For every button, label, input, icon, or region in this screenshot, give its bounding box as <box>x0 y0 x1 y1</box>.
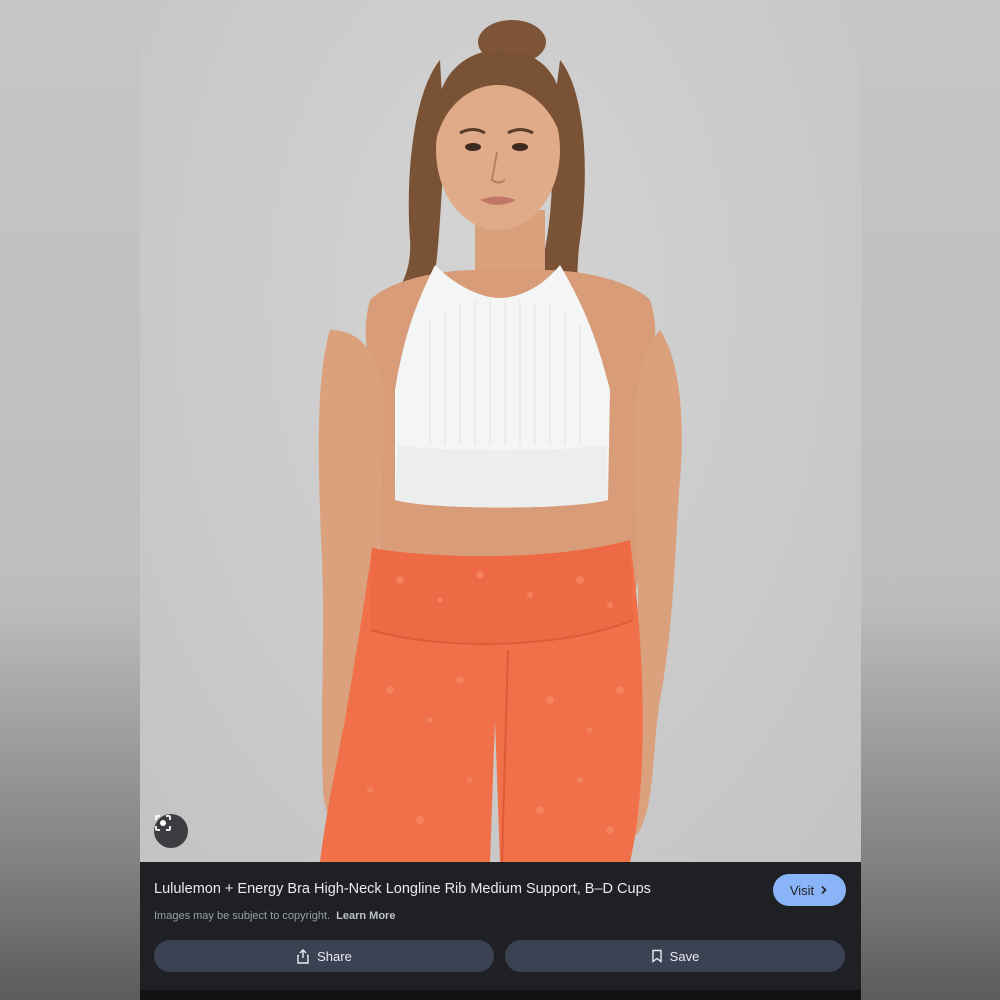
blurred-backdrop-right <box>861 0 1000 1000</box>
image-viewer: Lululemon + Energy Bra High-Neck Longlin… <box>0 0 1000 1000</box>
share-label: Share <box>317 948 352 964</box>
chevron-right-icon <box>821 885 827 895</box>
panel-bottom-edge <box>140 990 861 1000</box>
result-info-panel: Lululemon + Energy Bra High-Neck Longlin… <box>140 862 861 990</box>
image-search-icon <box>155 815 171 831</box>
visit-label: Visit <box>789 882 815 898</box>
product-title[interactable]: Lululemon + Energy Bra High-Neck Longlin… <box>154 881 754 897</box>
bookmark-icon <box>651 949 662 963</box>
share-button[interactable]: Share <box>154 940 494 972</box>
product-photo[interactable] <box>140 0 861 862</box>
share-icon <box>297 948 309 964</box>
visit-button[interactable]: Visit <box>773 874 846 906</box>
save-label: Save <box>669 948 700 964</box>
image-search-button[interactable] <box>154 814 188 848</box>
model-illustration <box>318 20 682 862</box>
copyright-notice: Images may be subject to copyright. Lear… <box>154 910 395 922</box>
image-result-card: Lululemon + Energy Bra High-Neck Longlin… <box>140 0 861 1000</box>
copyright-text: Images may be subject to copyright. <box>154 910 331 922</box>
save-button[interactable]: Save <box>505 940 845 972</box>
learn-more-link[interactable]: Learn More <box>336 910 395 922</box>
blurred-backdrop-left <box>0 0 140 1000</box>
